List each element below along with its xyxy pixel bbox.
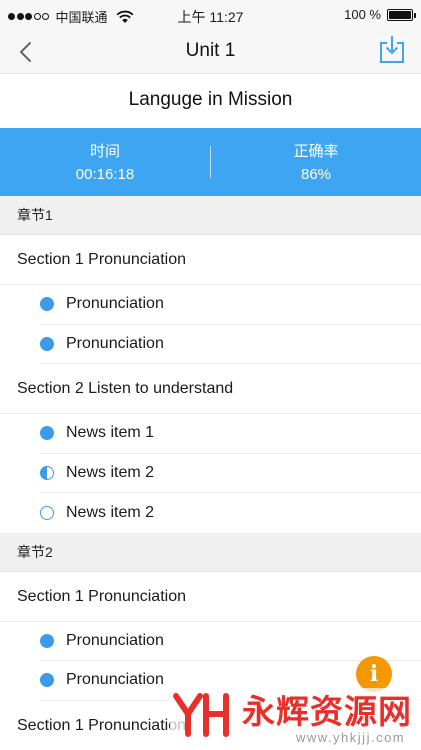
watermark-text: 永辉资源网: [242, 693, 412, 730]
section-header: Section 1 Pronunciation: [0, 235, 421, 285]
lesson-item-label: News item 2: [66, 463, 155, 481]
accuracy-value: 86%: [300, 166, 332, 183]
chevron-left-icon: [20, 42, 31, 62]
stats-bar: 时间 00:16:18 正确率 86%: [0, 128, 421, 196]
lesson-item-label: Pronunciation: [66, 334, 164, 352]
accuracy-stat: 正确率 86%: [211, 142, 421, 185]
complete-status-icon: [40, 633, 54, 648]
lesson-item-label: News item 1: [66, 424, 155, 442]
download-button[interactable]: [379, 34, 405, 64]
status-right: 100 %: [344, 7, 416, 22]
time-value: 00:16:18: [75, 166, 135, 183]
lesson-item[interactable]: News item 2: [0, 493, 421, 533]
battery-icon: [387, 8, 416, 21]
section-header: Section 1 Pronunciation: [0, 571, 421, 622]
chapter-header: 章节1: [0, 196, 421, 235]
watermark: 永辉资源网 www.yhkjjj.com: [170, 688, 421, 750]
section-header: Section 2 Listen to understand: [0, 364, 421, 414]
lesson-item[interactable]: News item 1: [0, 414, 421, 454]
watermark-logo-icon: [173, 693, 229, 737]
watermark-url: www.yhkjjj.com: [296, 730, 406, 745]
status-bar: 中国联通 上午 11:27 100 %: [0, 0, 421, 30]
lesson-item-label: News item 2: [66, 503, 155, 521]
time-stat: 时间 00:16:18: [0, 142, 210, 185]
lesson-item[interactable]: Pronunciation: [0, 285, 421, 325]
download-icon: [380, 36, 404, 63]
partial-status-icon: [40, 465, 54, 480]
complete-status-icon: [40, 673, 54, 688]
not-started-status-icon: [40, 505, 54, 520]
accuracy-label: 正确率: [293, 143, 339, 160]
chapter-header: 章节2: [0, 532, 421, 572]
lesson-item[interactable]: Pronunciation: [0, 324, 421, 364]
complete-status-icon: [40, 336, 54, 351]
nav-bar: Unit 1: [0, 30, 421, 74]
lesson-title: Languge in Mission: [0, 74, 421, 128]
back-button[interactable]: [10, 36, 40, 68]
lesson-item-label: Pronunciation: [66, 671, 164, 689]
info-button[interactable]: i: [356, 656, 392, 692]
page-title: Unit 1: [185, 40, 236, 61]
lesson-item[interactable]: Pronunciation: [0, 621, 421, 661]
battery-percent: 100 %: [344, 7, 381, 22]
time-label: 时间: [89, 143, 120, 160]
lesson-item-label: Pronunciation: [66, 295, 164, 313]
complete-status-icon: [40, 297, 54, 312]
complete-status-icon: [40, 426, 54, 441]
lesson-item[interactable]: News item 2: [0, 453, 421, 493]
lesson-item-label: Pronunciation: [66, 631, 164, 649]
